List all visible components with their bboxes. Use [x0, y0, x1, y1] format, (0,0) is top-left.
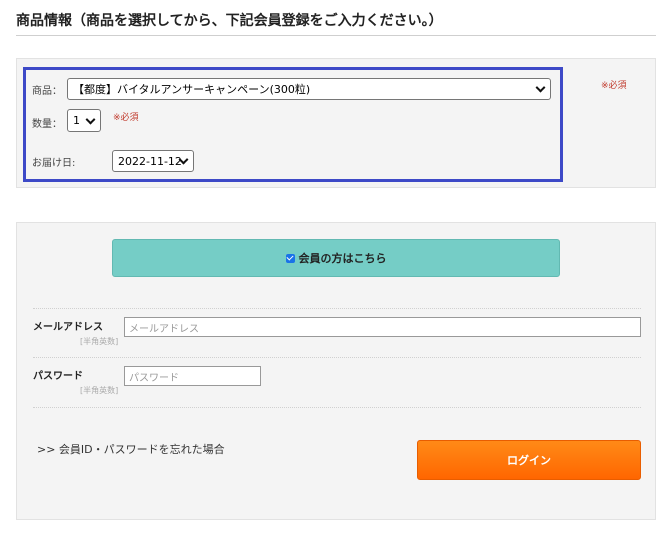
title-divider [16, 35, 656, 36]
forgot-credentials-link[interactable]: >> 会員ID・パスワードを忘れた場合 [37, 441, 225, 457]
member-toggle-label: 会員の方はこちら [298, 252, 387, 265]
product-select-value: 【都度】バイタルアンサーキャンペーン(300粒) [73, 83, 311, 96]
quantity-required-note: ※必須 [113, 113, 139, 123]
email-label: メールアドレス [33, 322, 103, 333]
quantity-select-value: 1 [73, 114, 80, 127]
quantity-label: 数量： [32, 119, 62, 130]
password-label: パスワード [33, 371, 83, 382]
password-placeholder: パスワード [129, 372, 179, 384]
password-note: [半角英数] [80, 386, 119, 395]
member-toggle-button[interactable]: 会員の方はこちら [112, 239, 560, 277]
quantity-select[interactable]: 1 [67, 109, 101, 132]
divider [33, 407, 641, 408]
login-button-label: ログイン [507, 454, 551, 467]
divider [33, 308, 641, 309]
chevron-down-icon [535, 82, 546, 93]
email-note: [半角英数] [80, 337, 119, 346]
delivery-date-label: お届け日: [32, 158, 76, 169]
product-required-note: ※必須 [601, 81, 627, 91]
product-select[interactable]: 【都度】バイタルアンサーキャンペーン(300粒) [67, 78, 551, 100]
chevron-down-icon [85, 114, 96, 125]
product-label: 商品： [32, 86, 62, 97]
delivery-date-select[interactable]: 2022-11-12 [112, 150, 194, 172]
login-button[interactable]: ログイン [417, 440, 641, 480]
checkbox-checked-icon[interactable] [285, 253, 295, 263]
delivery-date-value: 2022-11-12 [118, 154, 182, 168]
email-placeholder: メールアドレス [129, 323, 199, 335]
page-title: 商品情報（商品を選択してから、下記会員登録をご入力ください。） [16, 13, 443, 29]
email-field[interactable]: メールアドレス [124, 317, 641, 337]
divider [33, 357, 641, 358]
password-field[interactable]: パスワード [124, 366, 261, 386]
